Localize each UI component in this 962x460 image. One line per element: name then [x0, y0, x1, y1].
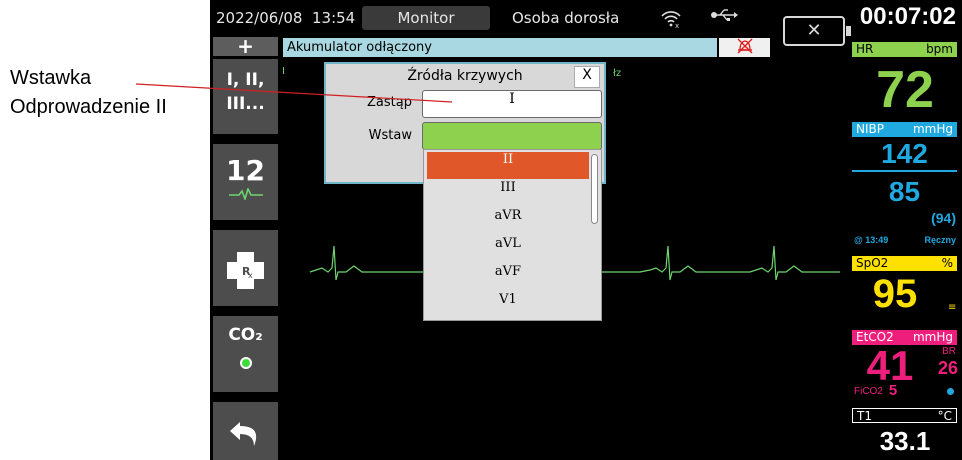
- lead-options-list[interactable]: II III aVR aVL aVF V1: [423, 149, 602, 321]
- co2-softkey[interactable]: CO₂: [213, 316, 278, 392]
- co2-label: CO₂: [228, 325, 263, 345]
- nibp-unit: mmHg: [912, 122, 953, 136]
- nibp-diastolic: 85: [888, 176, 921, 207]
- ecg-wave-icon: [228, 186, 263, 202]
- hr-unit: bpm: [926, 42, 953, 56]
- leads-line2: III...: [226, 94, 265, 114]
- nibp-systolic: 142: [852, 138, 957, 172]
- nibp-mean: (94): [931, 210, 956, 226]
- temp-unit: °C: [937, 409, 952, 423]
- lead-option-avr[interactable]: aVR: [427, 208, 589, 235]
- alert-message: Akumulator odłączony: [283, 38, 717, 57]
- rx-cross-icon[interactable]: Rx: [213, 230, 278, 306]
- hr-label: HR: [856, 42, 874, 56]
- hr-value: 72: [876, 61, 934, 119]
- monitor-screen: 2022/06/08 13:54 Monitor Osoba dorosła x…: [210, 0, 962, 460]
- svg-text:x: x: [675, 22, 679, 28]
- spo2-header[interactable]: SpO2 %: [852, 256, 957, 271]
- twelve-lead-softkey[interactable]: 12: [213, 144, 278, 220]
- nibp-time: @ 13:49: [854, 235, 889, 245]
- close-button[interactable]: X: [574, 66, 600, 88]
- insert-field[interactable]: [422, 122, 602, 150]
- svg-text:x: x: [248, 271, 253, 280]
- back-arrow-icon[interactable]: [213, 402, 278, 460]
- spo2-unit: %: [941, 256, 953, 270]
- lead-option-ii[interactable]: II: [427, 152, 589, 179]
- br-value: 26: [937, 358, 958, 378]
- nibp-mode: Ręczny: [924, 235, 956, 245]
- mode-button[interactable]: Monitor: [362, 6, 490, 30]
- co2-status-dot: [239, 357, 252, 369]
- status-time: 13:54: [312, 9, 356, 27]
- elapsed-time: 00:07:02: [859, 3, 956, 30]
- leads-softkey[interactable]: I, II, III...: [213, 59, 278, 134]
- callout-label: Wstawka Odprowadzenie II: [10, 64, 167, 122]
- callout-line1: Wstawka: [10, 67, 92, 89]
- lead-option-avf[interactable]: aVF: [427, 264, 589, 291]
- vitals-panel: HR bpm 72 NIBP mmHg 142 85 (94) @ 13:49 …: [850, 40, 962, 460]
- replace-label: Zastąp: [367, 95, 412, 110]
- signal-bar-icon: ≡: [948, 302, 957, 313]
- nibp-label: NIBP: [856, 122, 884, 136]
- lead-option-iii[interactable]: III: [427, 180, 589, 207]
- replace-field[interactable]: I: [422, 90, 602, 118]
- leads-line1: I, II,: [226, 70, 265, 90]
- nibp-header[interactable]: NIBP mmHg: [852, 122, 957, 137]
- br-label: BR: [942, 346, 956, 357]
- usb-icon: [710, 7, 738, 26]
- insert-label: Wstaw: [368, 128, 412, 143]
- callout-line2: Odprowadzenie II: [10, 96, 167, 118]
- twelve-lead-label: 12: [226, 154, 265, 187]
- add-button[interactable]: +: [213, 36, 278, 56]
- wifi-icon: x: [660, 8, 682, 33]
- status-date: 2022/06/08: [216, 9, 303, 27]
- spo2-value: 95: [872, 272, 918, 316]
- temp-value: 33.1: [879, 426, 931, 456]
- lead-option-v1[interactable]: V1: [427, 292, 589, 319]
- co2-indicator-dot: [947, 388, 954, 395]
- alarm-bell-off-icon[interactable]: [719, 38, 770, 57]
- status-bar: 2022/06/08 13:54 Monitor Osoba dorosła x: [210, 6, 850, 30]
- list-scrollbar[interactable]: [591, 154, 598, 224]
- hr-header[interactable]: HR bpm: [852, 42, 957, 57]
- fico2-value: 5: [888, 382, 898, 399]
- temp-label: T1: [857, 409, 872, 423]
- dialog-title: Źródła krzywych: [407, 68, 523, 84]
- temp-header[interactable]: T1 °C: [852, 408, 957, 423]
- spo2-label: SpO2: [856, 256, 889, 270]
- battery-missing-icon: ✕: [783, 16, 851, 46]
- patient-type[interactable]: Osoba dorosła: [512, 9, 619, 27]
- lead-option-avl[interactable]: aVL: [427, 236, 589, 263]
